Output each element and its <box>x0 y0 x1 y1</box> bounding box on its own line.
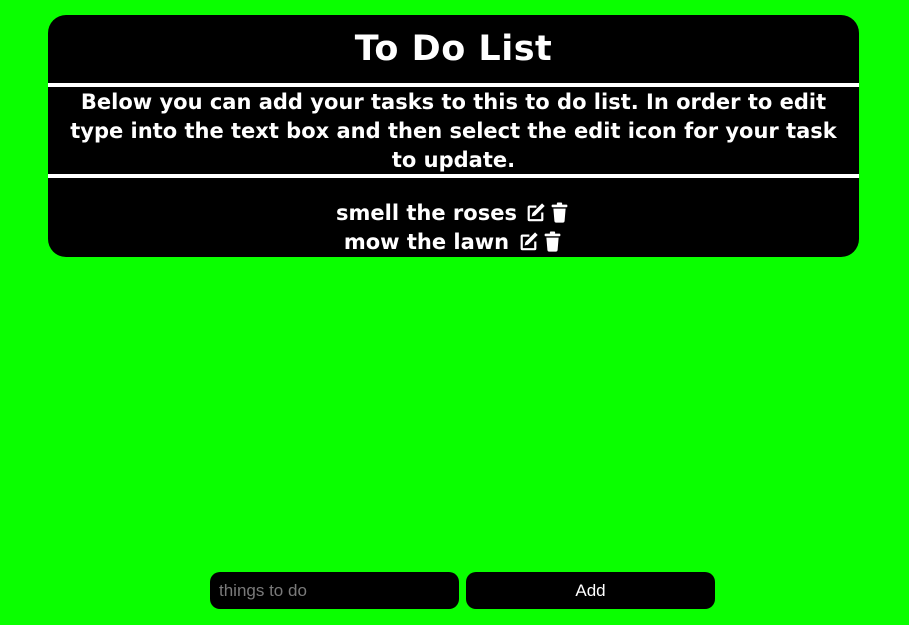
task-input[interactable] <box>210 572 459 609</box>
add-task-form: Add <box>210 572 715 609</box>
task-text: mow the lawn <box>343 229 510 254</box>
todo-card: To Do List Below you can add your tasks … <box>48 15 859 257</box>
divider <box>48 83 859 87</box>
page-title: To Do List <box>354 29 553 69</box>
trash-icon[interactable] <box>549 202 571 224</box>
task-text: smell the roses <box>336 200 517 225</box>
edit-icon[interactable] <box>517 231 539 253</box>
task-item: smell the roses <box>48 198 859 227</box>
divider <box>48 174 859 178</box>
task-list: smell the roses mow the lawn <box>48 198 859 256</box>
page: To Do List Below you can add your tasks … <box>0 0 909 625</box>
edit-icon[interactable] <box>525 202 547 224</box>
instructions-text: Below you can add your tasks to this to … <box>70 90 837 172</box>
trash-icon[interactable] <box>541 231 563 253</box>
add-button[interactable]: Add <box>466 572 715 609</box>
task-item: mow the lawn <box>48 227 859 256</box>
